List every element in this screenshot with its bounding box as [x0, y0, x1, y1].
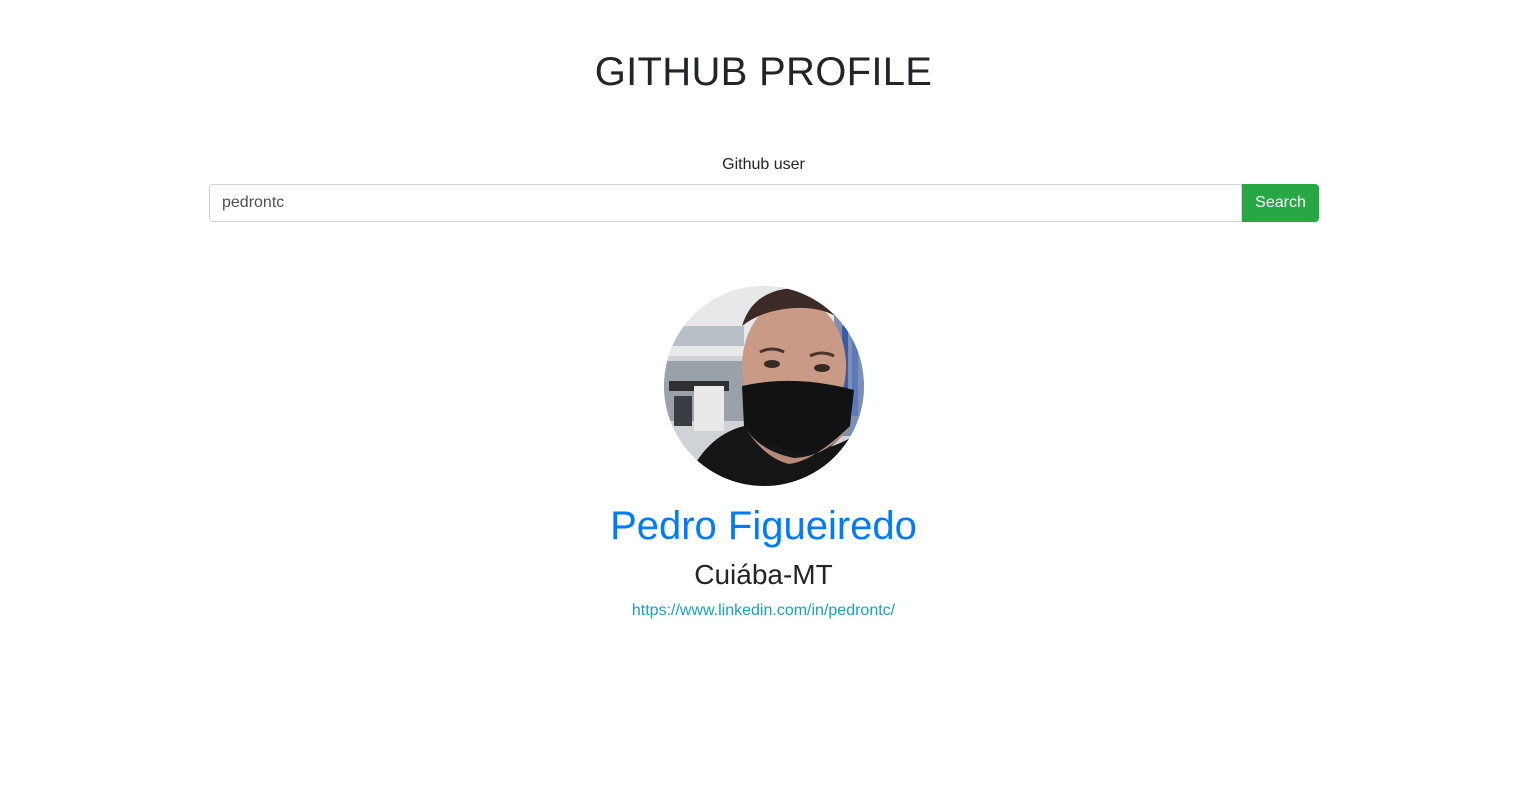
github-user-input[interactable]: [209, 184, 1242, 222]
avatar: [664, 286, 864, 486]
search-form: Search: [209, 184, 1319, 222]
avatar-photo-icon: [664, 286, 864, 486]
profile-location: Cuiába-MT: [694, 559, 833, 590]
page: GITHUB PROFILE Github user Search: [0, 0, 1527, 796]
page-title: GITHUB PROFILE: [594, 50, 933, 94]
github-user-label: Github user: [722, 156, 805, 173]
profile-linkedin-link[interactable]: https://www.linkedin.com/in/pedrontc/: [632, 602, 895, 619]
profile-link-container: https://www.linkedin.com/in/pedrontc/: [0, 601, 1527, 621]
profile-name[interactable]: Pedro Figueiredo: [0, 500, 1527, 552]
search-button[interactable]: Search: [1242, 184, 1319, 222]
